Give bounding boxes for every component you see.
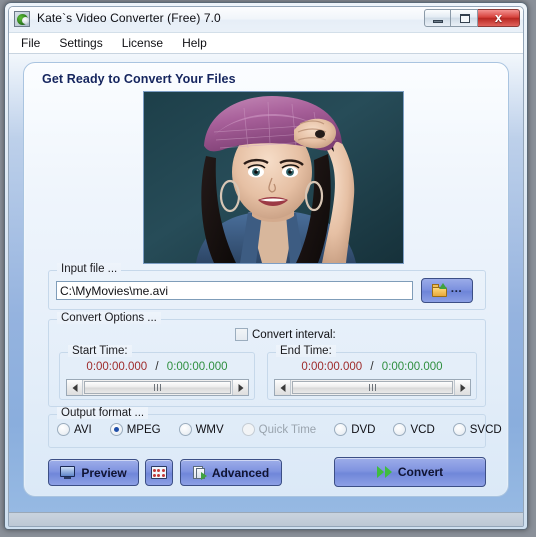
main-panel: Get Ready to Convert Your Files Input fi…: [23, 62, 509, 497]
title-bar: Kate`s Video Converter (Free) 7.0 x: [9, 7, 523, 33]
radio-option-avi[interactable]: AVI: [57, 423, 92, 436]
radio-label-mpeg: MPEG: [126, 423, 161, 436]
start-time-separator: /: [155, 361, 159, 373]
output-format-radio-group: AVI MPEG WMV Quick Time DVD VCD SVCD: [57, 423, 502, 436]
radio-icon-avi[interactable]: [57, 423, 70, 436]
page-title: Get Ready to Convert Your Files: [42, 72, 236, 86]
maximize-icon: [460, 14, 470, 23]
output-format-group: Output format ... AVI MPEG WMV Quick Tim…: [48, 407, 502, 448]
preview-image: [144, 92, 403, 263]
end-slider-left-arrow-icon[interactable]: [275, 380, 291, 395]
minimize-button[interactable]: [424, 9, 451, 27]
start-time-legend: Start Time:: [68, 345, 132, 357]
radio-icon-dvd[interactable]: [334, 423, 348, 436]
radio-label-avi: AVI: [74, 423, 92, 436]
minimize-icon: [433, 20, 443, 23]
end-time-slider[interactable]: [274, 379, 471, 396]
close-button[interactable]: x: [478, 9, 520, 27]
convert-options-group: Convert Options ... Convert interval: St…: [48, 312, 486, 407]
app-logo-icon: [14, 11, 30, 27]
input-file-legend: Input file ...: [57, 263, 122, 275]
radio-label-vcd: VCD: [410, 423, 435, 436]
menu-item-help[interactable]: Help: [179, 35, 218, 52]
monitor-icon: [60, 466, 76, 479]
convert-button-label: Convert: [397, 465, 444, 479]
radio-option-dvd[interactable]: DVD: [334, 423, 375, 436]
start-time-display: 0:00:00.000 / 0:00:00.000: [60, 361, 254, 373]
window-controls: x: [424, 9, 520, 27]
start-time-slider[interactable]: [66, 379, 249, 396]
browse-button-label: ...: [450, 281, 463, 295]
video-preview-thumbnail[interactable]: [143, 91, 404, 264]
radio-label-wmv: WMV: [195, 423, 224, 436]
maximize-button[interactable]: [451, 9, 478, 27]
end-time-total: 0:00:00.000: [381, 361, 443, 373]
convert-interval-label: Convert interval:: [252, 328, 336, 341]
end-time-legend: End Time:: [276, 345, 336, 357]
menu-item-settings[interactable]: Settings: [56, 35, 113, 52]
advanced-button-label: Advanced: [211, 465, 270, 480]
fast-forward-icon: [376, 466, 392, 478]
radio-label-dvd: DVD: [351, 423, 376, 436]
status-strip: [9, 512, 523, 526]
window-client-area: Kate`s Video Converter (Free) 7.0 x File…: [8, 6, 524, 527]
radio-icon-wmv[interactable]: [178, 423, 192, 436]
end-slider-track[interactable]: [291, 380, 454, 395]
start-slider-left-arrow-icon[interactable]: [67, 380, 83, 395]
start-slider-thumb[interactable]: [84, 381, 231, 394]
convert-options-legend: Convert Options ...: [57, 312, 161, 324]
radio-label-svcd: SVCD: [469, 423, 502, 436]
close-icon: x: [494, 10, 503, 25]
start-time-total: 0:00:00.000: [166, 361, 228, 373]
end-slider-right-arrow-icon[interactable]: [454, 380, 470, 395]
convert-interval-checkbox[interactable]: [235, 328, 248, 341]
radio-option-wmv[interactable]: WMV: [178, 423, 224, 436]
radio-option-svcd[interactable]: SVCD: [452, 423, 502, 436]
menu-item-license[interactable]: License: [119, 35, 174, 52]
preview-button[interactable]: Preview: [48, 459, 139, 486]
folder-open-icon: [431, 283, 447, 297]
radio-option-mpeg[interactable]: MPEG: [109, 423, 161, 436]
end-time-display: 0:00:00.000 / 0:00:00.000: [268, 361, 476, 373]
thumbnail-grid-button[interactable]: [145, 459, 173, 486]
convert-interval-row[interactable]: Convert interval:: [235, 328, 336, 341]
radio-icon-svcd[interactable]: [452, 423, 466, 436]
start-slider-track[interactable]: [83, 380, 232, 395]
app-window: Kate`s Video Converter (Free) 7.0 x File…: [4, 2, 528, 530]
convert-button[interactable]: Convert: [334, 457, 486, 487]
end-time-group: End Time: 0:00:00.000 / 0:00:00.000: [267, 345, 477, 400]
document-run-icon: [192, 465, 207, 480]
radio-icon-quicktime: [241, 423, 255, 436]
browse-file-button[interactable]: ...: [421, 278, 473, 303]
end-slider-thumb[interactable]: [292, 381, 453, 394]
start-time-current: 0:00:00.000: [86, 361, 148, 373]
output-format-legend: Output format ...: [57, 407, 149, 419]
end-slider-grip-icon: [369, 384, 376, 391]
radio-label-quicktime: Quick Time: [258, 423, 317, 436]
advanced-button[interactable]: Advanced: [180, 459, 282, 486]
thumbnail-grid-icon: [151, 466, 167, 479]
window-title: Kate`s Video Converter (Free) 7.0: [37, 11, 221, 25]
end-time-separator: /: [370, 361, 374, 373]
input-file-group: Input file ... ...: [48, 263, 486, 310]
radio-option-quicktime: Quick Time: [241, 423, 317, 436]
input-file-field[interactable]: [56, 281, 413, 300]
menu-item-file[interactable]: File: [18, 35, 51, 52]
start-slider-grip-icon: [154, 384, 161, 391]
start-slider-right-arrow-icon[interactable]: [232, 380, 248, 395]
window-body: Get Ready to Convert Your Files Input fi…: [9, 54, 523, 526]
radio-icon-mpeg[interactable]: [109, 423, 123, 436]
menu-bar: File Settings License Help: [9, 33, 523, 54]
end-time-current: 0:00:00.000: [301, 361, 363, 373]
start-time-group: Start Time: 0:00:00.000 / 0:00:00.000: [59, 345, 255, 400]
radio-option-vcd[interactable]: VCD: [393, 423, 435, 436]
preview-button-label: Preview: [81, 465, 127, 480]
radio-icon-vcd[interactable]: [393, 423, 407, 436]
